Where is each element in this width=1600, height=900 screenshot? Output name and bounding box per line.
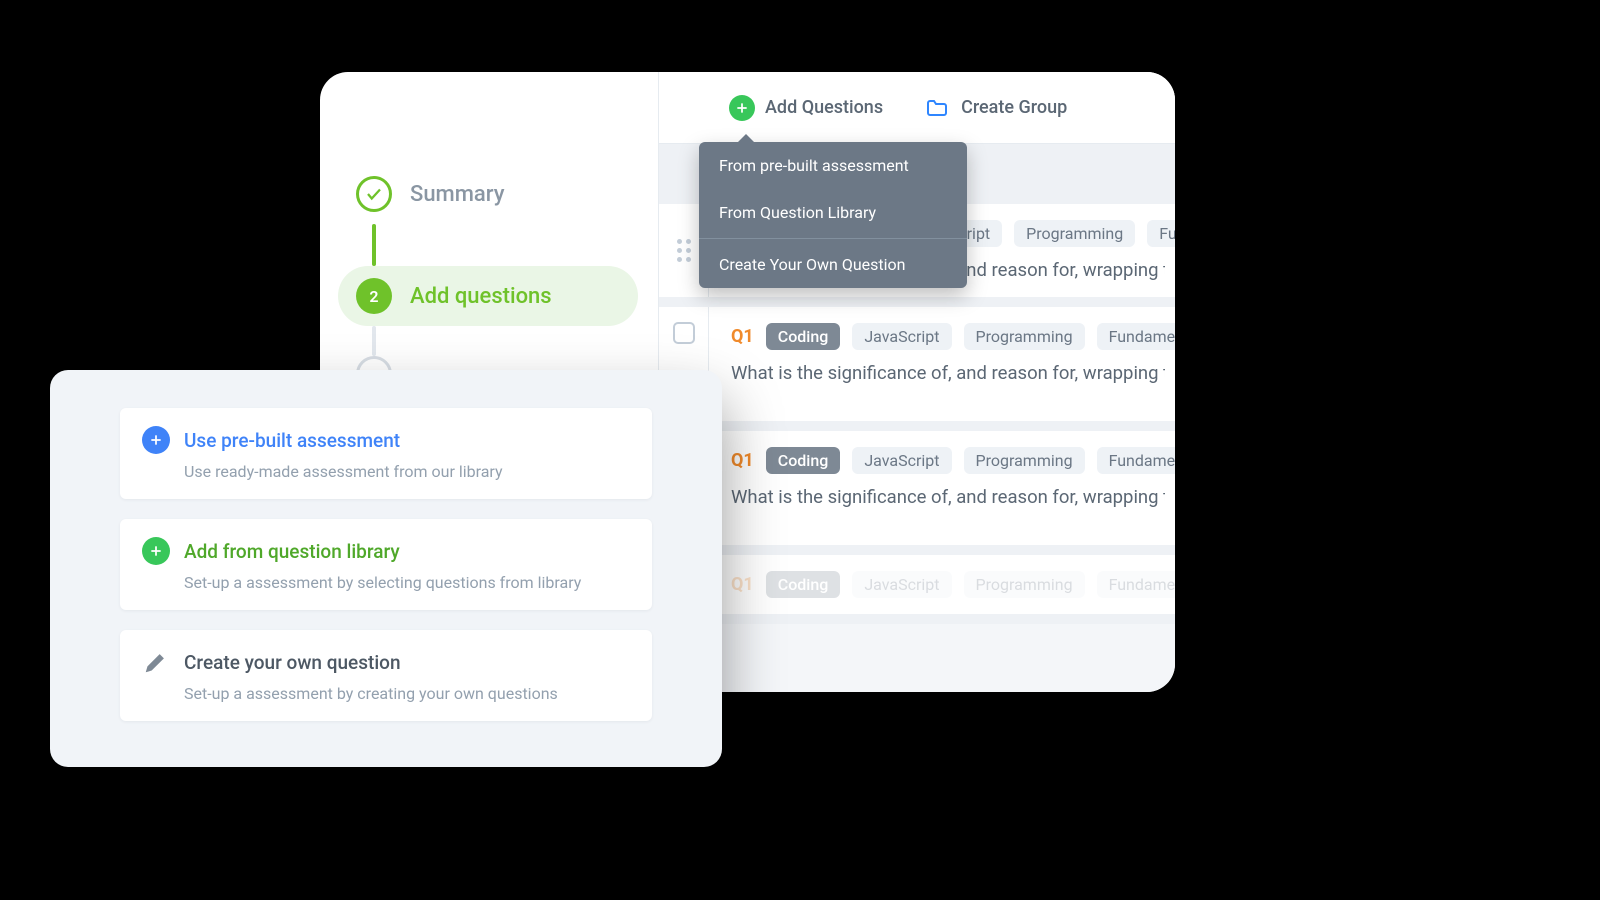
tag-fundamental[interactable]: Fundamental: [1097, 447, 1175, 474]
dropdown-divider: [699, 238, 967, 239]
option-create-own[interactable]: Create your own question Set-up a assess…: [120, 630, 652, 721]
question-number: Q1: [731, 574, 754, 595]
plus-icon: [729, 95, 755, 121]
step-summary[interactable]: Summary: [338, 164, 638, 224]
plus-icon: [142, 426, 170, 454]
create-group-label: Create Group: [961, 97, 1067, 118]
step-connector: [372, 224, 376, 266]
question-list-pane: Add Questions Create Group From pre-buil…: [658, 72, 1175, 692]
question-tag-row: Q1 Coding JavaScript Programming Fundame…: [731, 447, 1165, 474]
tag-programming[interactable]: Programming: [964, 571, 1085, 598]
dropdown-item-prebuilt[interactable]: From pre-built assessment: [699, 142, 967, 189]
step-add-questions-label: Add questions: [410, 284, 552, 309]
option-library-title: Add from question library: [184, 540, 400, 563]
step-add-questions[interactable]: 2 Add questions: [338, 266, 638, 326]
pencil-icon: [142, 648, 170, 676]
tag-javascript[interactable]: JavaScript: [852, 447, 951, 474]
question-number: Q1: [731, 326, 754, 347]
tag-coding[interactable]: Coding: [766, 447, 841, 474]
tag-coding[interactable]: Coding: [766, 571, 841, 598]
question-number: Q1: [731, 450, 754, 471]
check-icon: [356, 176, 392, 212]
tag-javascript[interactable]: JavaScript: [852, 323, 951, 350]
option-question-library[interactable]: Add from question library Set-up a asses…: [120, 519, 652, 610]
step-number-badge: 2: [356, 278, 392, 314]
option-prebuilt-desc: Use ready-made assessment from our libra…: [184, 462, 630, 481]
tag-programming[interactable]: Programming: [964, 323, 1085, 350]
add-questions-label: Add Questions: [765, 97, 883, 118]
dropdown-item-library[interactable]: From Question Library: [699, 189, 967, 236]
question-row[interactable]: Q1 Coding JavaScript Programming Fundame…: [659, 307, 1175, 431]
question-row[interactable]: Q1 Coding JavaScript Programming Fundame…: [659, 431, 1175, 555]
tag-fundamental[interactable]: Fundamental: [1147, 220, 1175, 247]
tag-programming[interactable]: Programming: [1014, 220, 1135, 247]
tag-programming[interactable]: Programming: [964, 447, 1085, 474]
add-questions-button[interactable]: Add Questions: [729, 95, 883, 121]
question-tag-row: Q1 Coding JavaScript Programming Fundame…: [731, 323, 1165, 350]
add-questions-dropdown: From pre-built assessment From Question …: [699, 142, 967, 288]
question-text: What is the significance of, and reason …: [731, 486, 1165, 508]
dropdown-item-create[interactable]: Create Your Own Question: [699, 241, 967, 288]
tag-fundamental[interactable]: Fundamental: [1097, 323, 1175, 350]
option-library-desc: Set-up a assessment by selecting questio…: [184, 573, 630, 592]
question-list-header: Add Questions Create Group From pre-buil…: [659, 72, 1175, 144]
tag-javascript[interactable]: JavaScript: [852, 571, 951, 598]
option-prebuilt-title: Use pre-built assessment: [184, 429, 400, 452]
plus-icon: [142, 537, 170, 565]
option-prebuilt-assessment[interactable]: Use pre-built assessment Use ready-made …: [120, 408, 652, 499]
drag-handle-icon[interactable]: [677, 239, 691, 262]
create-group-button[interactable]: Create Group: [923, 96, 1067, 120]
add-question-options-panel: Use pre-built assessment Use ready-made …: [50, 370, 722, 767]
step-summary-label: Summary: [410, 182, 505, 207]
folder-icon: [923, 96, 951, 120]
option-create-desc: Set-up a assessment by creating your own…: [184, 684, 630, 703]
tag-fundamental[interactable]: Fundamental: [1097, 571, 1175, 598]
option-create-title: Create your own question: [184, 651, 401, 674]
progress-stepper: Summary 2 Add questions: [338, 164, 638, 404]
question-tag-row: Q1 Coding JavaScript Programming Fundame…: [731, 571, 1165, 598]
row-checkbox[interactable]: [673, 322, 695, 344]
step-connector: [372, 326, 376, 356]
question-row[interactable]: Q1 Coding JavaScript Programming Fundame…: [659, 555, 1175, 624]
question-text: What is the significance of, and reason …: [731, 362, 1165, 384]
tag-coding[interactable]: Coding: [766, 323, 841, 350]
